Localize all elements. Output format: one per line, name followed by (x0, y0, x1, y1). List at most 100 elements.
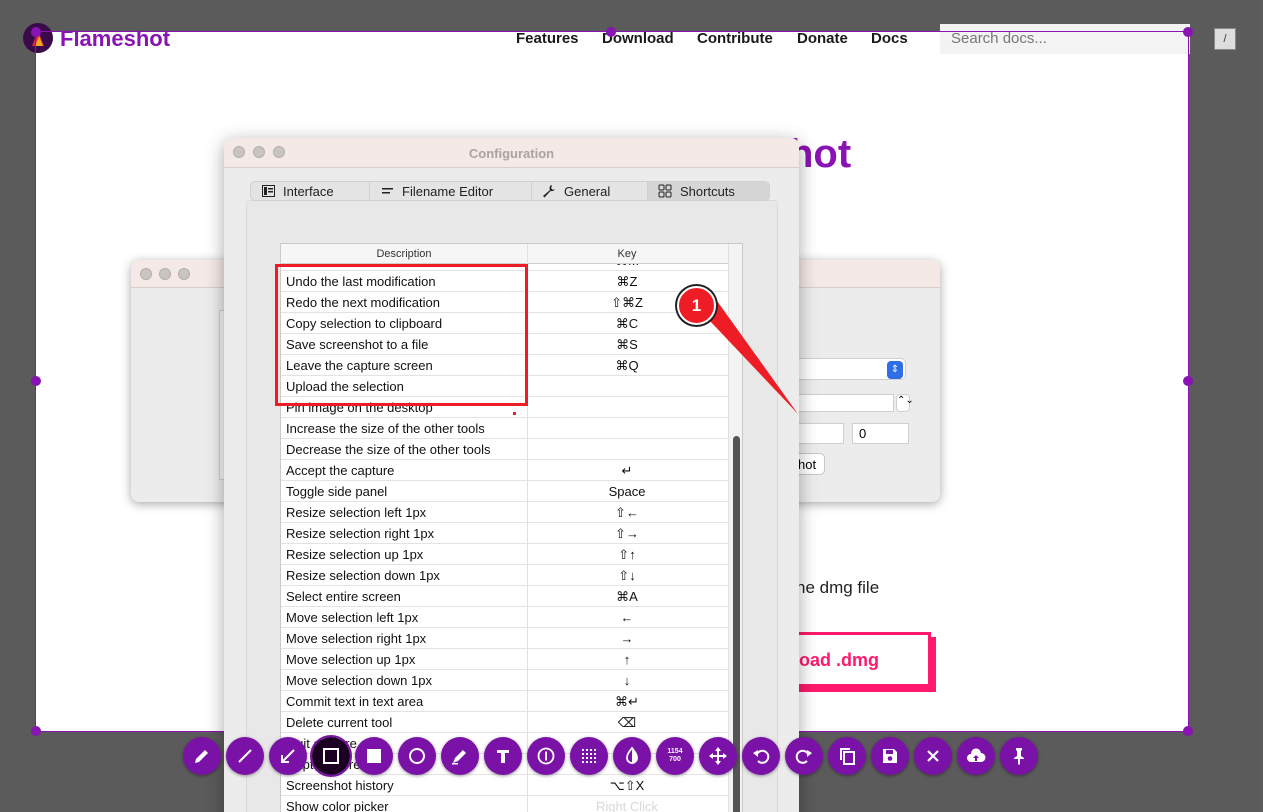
circle-counter-tool-button[interactable] (527, 737, 565, 775)
table-row[interactable]: Move selection right 1px → (281, 628, 728, 649)
shortcut-key[interactable]: → (527, 631, 727, 646)
resize-handle-top-right[interactable] (1183, 27, 1193, 37)
selection-height-value: 700 (669, 756, 681, 763)
tab-filename-editor[interactable]: Filename Editor (370, 182, 532, 200)
brand-name[interactable]: Flameshot (60, 32, 170, 52)
zoom-window-icon[interactable] (178, 268, 190, 280)
table-row[interactable]: Select entire screen ⌘A (281, 586, 728, 607)
shortcut-key[interactable]: ⇧↑ (527, 547, 727, 563)
selection-tool-button[interactable] (310, 735, 352, 777)
shortcut-key[interactable]: ⌫ (527, 715, 727, 731)
table-row[interactable]: Decrease the size of the other tools (281, 439, 728, 460)
shortcut-key[interactable]: ⌥⇧X (527, 778, 727, 794)
selection-width-value: 1154 (667, 748, 683, 755)
shortcut-key[interactable]: Right Click (527, 799, 727, 812)
close-window-icon[interactable] (140, 268, 152, 280)
marker-tool-button[interactable] (441, 737, 479, 775)
background-window-height-field[interactable]: 0 (852, 423, 909, 444)
shortcut-key[interactable]: ⌘↵ (527, 694, 727, 710)
shortcut-description: Move selection down 1px (286, 673, 432, 688)
pin-tool-button[interactable] (1000, 737, 1038, 775)
rectangle-tool-button[interactable] (355, 737, 393, 775)
redo-tool-button[interactable] (785, 737, 823, 775)
grid-icon (658, 184, 672, 198)
redo-icon (795, 749, 812, 764)
undo-tool-button[interactable] (742, 737, 780, 775)
shortcut-description: Move selection left 1px (286, 610, 419, 625)
table-row[interactable]: Commit text in text area ⌘↵ (281, 691, 728, 712)
table-row[interactable]: Screenshot history ⌥⇧X (281, 775, 728, 796)
tab-interface[interactable]: Interface (251, 182, 370, 200)
nav-features[interactable]: Features (516, 32, 579, 47)
table-row[interactable]: Move selection left 1px ← (281, 607, 728, 628)
nav-donate[interactable]: Donate (797, 32, 848, 47)
text-icon (497, 750, 509, 763)
save-tool-button[interactable] (871, 737, 909, 775)
arrow-tool-button[interactable] (269, 737, 307, 775)
spinbox-stepper-icon[interactable]: ⌃⌄ (896, 394, 914, 412)
resize-handle-bottom-right[interactable] (1183, 726, 1193, 736)
table-row[interactable]: Resize selection down 1px ⇧↓ (281, 565, 728, 586)
search-shortcut-key: / (1214, 28, 1236, 50)
selection-size-indicator[interactable]: 1154 700 (656, 737, 694, 775)
selection-icon (323, 748, 339, 764)
table-row[interactable]: Resize selection left 1px ⇧← (281, 502, 728, 523)
resize-handle-top-left[interactable] (31, 27, 41, 37)
table-row[interactable]: Move selection down 1px ↓ (281, 670, 728, 691)
marker-icon (452, 750, 466, 765)
circle-icon (409, 748, 425, 764)
shortcut-key[interactable]: ⌘A (527, 589, 727, 605)
nav-docs[interactable]: Docs (871, 32, 908, 47)
exit-tool-button[interactable] (914, 737, 952, 775)
interface-icon (261, 184, 275, 198)
upload-tool-button[interactable] (957, 737, 995, 775)
shortcut-key[interactable]: ⇧← (527, 505, 727, 521)
invert-tool-button[interactable] (613, 737, 651, 775)
resize-handle-bottom-left[interactable] (31, 726, 41, 736)
shortcut-key[interactable]: ↑ (527, 652, 727, 667)
table-row[interactable]: Resize selection up 1px ⇧↑ (281, 544, 728, 565)
shortcut-key[interactable]: ↓ (527, 673, 727, 688)
shortcut-key[interactable]: ⇧→ (527, 526, 727, 542)
table-row[interactable]: Accept the capture ↵ (281, 460, 728, 481)
shortcut-key[interactable]: Space (527, 484, 727, 499)
shortcut-key[interactable]: ⇧↓ (527, 568, 727, 584)
window-title: Configuration (468, 146, 555, 161)
table-row[interactable]: Show color picker Right Click (281, 796, 728, 812)
shortcut-description: Screenshot history (286, 778, 394, 793)
table-row[interactable]: Delete current tool ⌫ (281, 712, 728, 733)
column-header-description[interactable]: Description (281, 248, 527, 260)
shortcut-key[interactable]: ↵ (527, 463, 727, 479)
circle-tool-button[interactable] (398, 737, 436, 775)
copy-tool-button[interactable] (828, 737, 866, 775)
text-tool-button[interactable] (484, 737, 522, 775)
nav-contribute[interactable]: Contribute (697, 32, 773, 47)
pixelate-tool-button[interactable] (570, 737, 608, 775)
table-row[interactable]: Resize selection right 1px ⇧→ (281, 523, 728, 544)
pencil-tool-button[interactable] (183, 737, 221, 775)
tab-general[interactable]: General (532, 182, 648, 200)
resize-handle-right[interactable] (1183, 376, 1193, 386)
shortcut-description: Select entire screen (286, 589, 401, 604)
select-stepper-icon[interactable]: ⇕ (887, 361, 903, 379)
tab-shortcuts[interactable]: Shortcuts (648, 182, 769, 200)
filename-editor-icon (380, 184, 394, 198)
background-window-spinbox[interactable] (796, 394, 894, 412)
resize-handle-top[interactable] (606, 27, 616, 37)
config-tabs: Interface Filename Editor General Shortc… (250, 181, 770, 201)
column-header-key[interactable]: Key (527, 248, 727, 260)
move-icon (709, 747, 727, 765)
shortcut-description: Move selection up 1px (286, 652, 416, 667)
table-row[interactable]: Increase the size of the other tools (281, 418, 728, 439)
move-tool-button[interactable] (699, 737, 737, 775)
search-input[interactable]: Search docs... (940, 32, 1188, 54)
shortcut-key[interactable]: ⌘M (527, 264, 727, 269)
line-tool-button[interactable] (226, 737, 264, 775)
table-row[interactable]: Move selection up 1px ↑ (281, 649, 728, 670)
resize-handle-left[interactable] (31, 376, 41, 386)
shortcut-description: Move selection right 1px (286, 631, 427, 646)
table-row[interactable]: Toggle side panel Space (281, 481, 728, 502)
cloud-upload-icon (967, 748, 986, 762)
shortcut-key[interactable]: ← (527, 610, 727, 625)
minimize-window-icon[interactable] (159, 268, 171, 280)
